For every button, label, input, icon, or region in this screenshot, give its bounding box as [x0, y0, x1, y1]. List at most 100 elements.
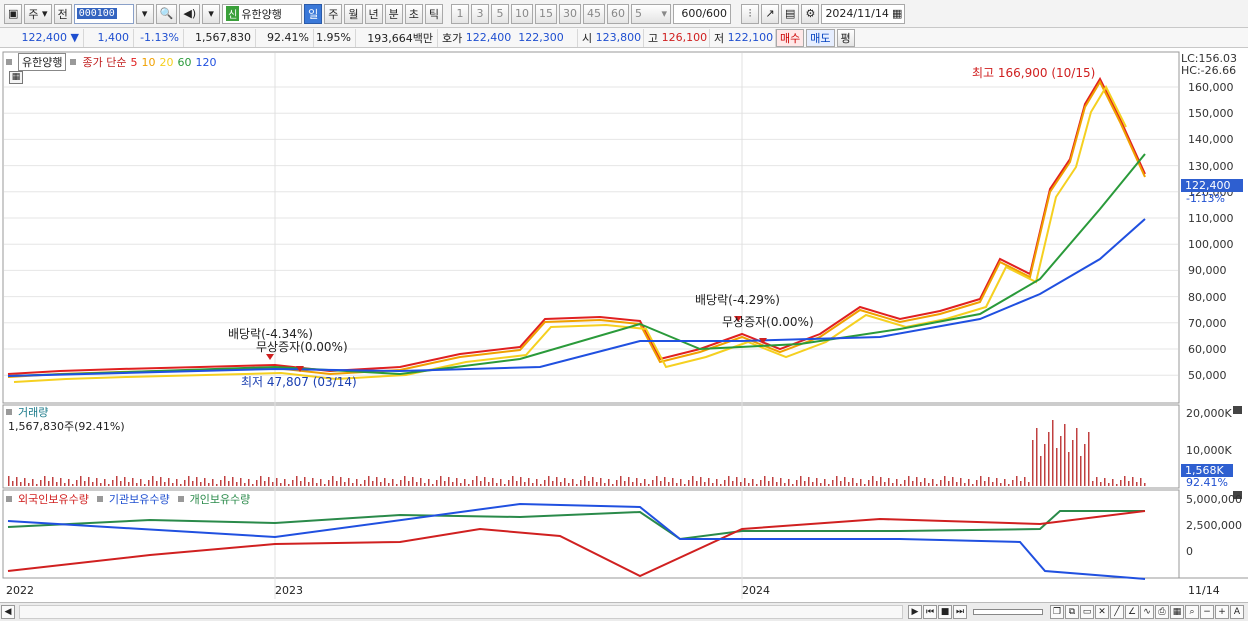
interval-10[interactable]: 10	[511, 3, 534, 24]
volume-bar	[328, 480, 330, 486]
volume-bar	[792, 484, 794, 486]
volume-bar	[516, 481, 518, 486]
layout-icon[interactable]: ▭	[1080, 605, 1094, 619]
legend-individual[interactable]: 개인보유수량	[190, 491, 251, 507]
volume-bar	[900, 484, 902, 486]
interval-1[interactable]: 1	[451, 3, 470, 24]
play-icon[interactable]: ▶	[908, 605, 922, 619]
volume-bar	[1064, 424, 1066, 486]
data-count-field[interactable]: 600/600	[673, 3, 732, 24]
evaluate-button[interactable]: 평	[836, 28, 855, 47]
volume-bar	[700, 477, 702, 486]
minus-icon[interactable]: −	[1200, 605, 1214, 619]
zoom-icon[interactable]: ⌕	[1185, 605, 1199, 619]
trend-tool-icon[interactable]: ↗	[761, 3, 780, 24]
rewind-icon[interactable]: ⏮	[923, 605, 937, 619]
stop-icon[interactable]: ■	[938, 605, 952, 619]
ma60-line	[7, 153, 1146, 377]
interval-30[interactable]: 30	[559, 3, 582, 24]
code-dropdown-icon[interactable]: ▾	[135, 3, 154, 24]
interval-45[interactable]: 45	[583, 3, 606, 24]
volume-bar	[248, 479, 250, 486]
volume-bar	[84, 481, 86, 486]
legend-institution[interactable]: 기관보유수량	[109, 491, 170, 507]
speaker-dropdown-icon[interactable]: ▾	[202, 3, 221, 24]
legend-foreign[interactable]: 외국인보유수량	[18, 491, 89, 507]
volume-bar	[868, 480, 870, 486]
volume-bar	[1020, 481, 1022, 486]
cross-icon[interactable]: ✕	[1095, 605, 1109, 619]
prev-button[interactable]: 전	[53, 3, 72, 24]
volume-bar	[1128, 481, 1130, 486]
volume-bar	[400, 480, 402, 486]
grid-icon[interactable]: ▦	[1170, 605, 1184, 619]
line-tool-icon[interactable]: ╱	[1110, 605, 1124, 619]
tab-day[interactable]: 일	[304, 3, 323, 24]
legend-ma-60[interactable]: 60	[177, 56, 191, 69]
volume-bar	[544, 480, 546, 486]
scroll-left-icon[interactable]: ◀	[1, 605, 15, 619]
chart-type-icon[interactable]: ⫶	[741, 3, 760, 24]
custom-interval-value: 5	[635, 7, 643, 20]
stock-name-field[interactable]: 신 유한양행	[222, 3, 303, 24]
gear-icon[interactable]: ⚙	[801, 3, 820, 24]
calculator-icon[interactable]: ▦	[9, 71, 23, 84]
volume-bar	[684, 484, 686, 486]
volume-bar	[880, 477, 882, 486]
legend-ma-label[interactable]: 종가 단순	[82, 54, 126, 70]
stock-code-input[interactable]: 000100	[73, 3, 134, 24]
legend-ma-10[interactable]: 10	[141, 56, 155, 69]
bottom-bar: ◀ ▶ ⏮ ■ ⏭ ❐ ⧉ ▭ ✕ ╱ ∠ ∿ ⎙ ▦ ⌕ − + A	[0, 602, 1248, 621]
plus-icon[interactable]: +	[1215, 605, 1229, 619]
legend-ma-120[interactable]: 120	[195, 56, 216, 69]
volume-bar	[416, 482, 418, 486]
tab-week[interactable]: 주	[324, 3, 343, 24]
tab-tick[interactable]: 틱	[424, 3, 444, 24]
text-icon[interactable]: A	[1230, 605, 1244, 619]
custom-interval-select[interactable]: 5 ▾	[631, 3, 672, 24]
volume-bar	[288, 484, 290, 486]
angle-tool-icon[interactable]: ∠	[1125, 605, 1139, 619]
volume-bar	[120, 481, 122, 486]
interval-3[interactable]: 3	[471, 3, 490, 24]
save-icon[interactable]: ▤	[781, 3, 800, 24]
duplicate-icon[interactable]: ⧉	[1065, 605, 1079, 619]
volume-bar	[220, 480, 222, 486]
panel-close-icon[interactable]	[1233, 406, 1242, 414]
volume-bar	[1076, 428, 1078, 486]
interval-15[interactable]: 15	[535, 3, 558, 24]
copy-icon[interactable]: ❐	[1050, 605, 1064, 619]
sell-button[interactable]: 매도	[806, 28, 835, 47]
tab-second[interactable]: 초	[404, 3, 423, 24]
legend-ma-20[interactable]: 20	[159, 56, 173, 69]
period-select[interactable]: 주 ▾	[24, 3, 52, 24]
horizontal-scrollbar[interactable]	[19, 605, 903, 619]
buy-button[interactable]: 매수	[776, 28, 805, 47]
interval-5[interactable]: 5	[491, 3, 510, 24]
volume-bar	[212, 479, 214, 486]
volume-bar	[124, 477, 126, 486]
date-field[interactable]: 2024/11/14 ▦	[821, 3, 906, 24]
window-layout-icon[interactable]: ▣	[4, 3, 23, 24]
volume-bar	[964, 483, 966, 486]
volume-bar	[804, 481, 806, 486]
speaker-icon[interactable]: ◀)	[179, 3, 201, 24]
search-icon[interactable]: 🔍	[155, 3, 178, 24]
interval-60[interactable]: 60	[607, 3, 630, 24]
volume-bar	[60, 478, 62, 486]
volume-bar	[872, 476, 874, 486]
legend-stock-name[interactable]: 유한양행	[18, 53, 67, 71]
tab-month[interactable]: 월	[344, 3, 363, 24]
volume-bar	[616, 480, 618, 486]
print-icon[interactable]: ⎙	[1155, 605, 1169, 619]
zoom-slider[interactable]	[973, 609, 1043, 615]
fast-forward-icon[interactable]: ⏭	[953, 605, 967, 619]
legend-ma-5[interactable]: 5	[130, 56, 137, 69]
chart-area[interactable]: 유한양행 종가 단순 5 10 20 60 120 ▦ LC:156.03 HC…	[0, 49, 1248, 602]
tab-minute[interactable]: 분	[384, 3, 403, 24]
price-tick: 50,000	[1188, 369, 1227, 383]
date-value: 2024/11/14	[825, 7, 889, 20]
tab-year[interactable]: 년	[364, 3, 383, 24]
chart-canvas[interactable]	[0, 49, 1248, 602]
wave-tool-icon[interactable]: ∿	[1140, 605, 1154, 619]
